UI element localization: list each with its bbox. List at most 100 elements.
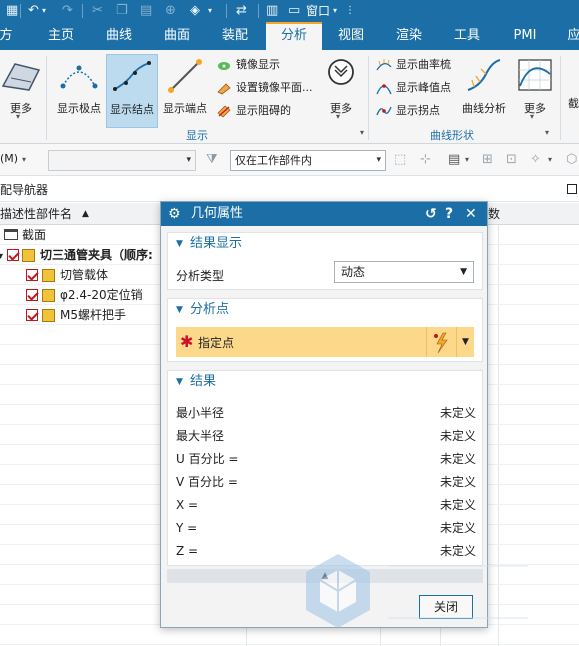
result-row-v-percent: V 百分比 = 未定义 [176, 472, 476, 492]
tab-assembly[interactable]: 装配 [212, 22, 258, 50]
snap-mid-icon[interactable]: ⊡ [506, 152, 517, 167]
tab-render[interactable]: 渲染 [386, 22, 432, 50]
sort-ascending-icon[interactable]: ▲ [82, 203, 89, 225]
chevron-down-icon[interactable]: ▾ [465, 155, 469, 164]
section-header-result-display[interactable]: ▼ 结果显示 [168, 233, 482, 255]
curve-analysis-button[interactable]: 曲线分析 [458, 54, 510, 128]
more-button-1[interactable]: 更多 ▾ [0, 54, 42, 128]
snap-point-icon[interactable]: ⬡ [566, 152, 577, 167]
tab-home[interactable]: 主页 [38, 22, 84, 50]
tab-pmi[interactable]: PMI [502, 22, 548, 50]
type-filter-combo[interactable]: ▾ [48, 150, 196, 171]
column-header-extra[interactable]: 数 [488, 203, 500, 225]
visibility-checkbox[interactable] [26, 269, 38, 281]
tab-surface[interactable]: 曲面 [154, 22, 200, 50]
tab-application[interactable]: 应 [562, 22, 579, 50]
chevron-down-icon[interactable]: ▾ [333, 3, 337, 19]
insert-icon[interactable]: ⊕ [165, 3, 176, 19]
point-type-dropdown[interactable]: ▼ [456, 327, 474, 357]
part-icon [42, 289, 55, 302]
scope-value: 仅在工作部件内 [235, 154, 312, 167]
part-icon [42, 269, 55, 282]
graph-icon [518, 59, 552, 91]
dialog-title: 几何属性 [191, 206, 244, 221]
more-label: 更多 [330, 102, 352, 115]
mirror-display-button[interactable]: 镜像显示 [216, 55, 280, 75]
scope-combo[interactable]: 仅在工作部件内 ▾ [230, 150, 386, 171]
group-curve-shape-label: 曲线形状 [430, 129, 474, 142]
layout-icon[interactable]: ▥ [266, 3, 278, 19]
section-header-analysis-point[interactable]: ▼ 分析点 [168, 299, 482, 321]
gear-icon[interactable]: ⚙ [168, 202, 181, 226]
tab-curve[interactable]: 曲线 [96, 22, 142, 50]
chevron-down-icon[interactable]: ▾ [548, 155, 552, 164]
mirror-plane-icon [217, 83, 231, 95]
filter-icon[interactable]: ⧩ [206, 152, 218, 167]
analysis-type-dropdown[interactable]: 动态 ▼ [334, 261, 474, 283]
tab-tools[interactable]: 工具 [444, 22, 490, 50]
specify-point-row[interactable]: ✱ 指定点 ▼ [176, 327, 474, 357]
reset-icon[interactable]: ↺ [425, 202, 437, 226]
snap-end-icon[interactable]: ⊞ [482, 152, 493, 167]
toolbar-divider [82, 4, 83, 18]
visibility-checkbox[interactable] [26, 309, 38, 321]
poles-icon [60, 65, 98, 89]
undo-icon[interactable]: ↶ [28, 3, 39, 19]
visibility-checkbox[interactable] [26, 289, 38, 301]
redo-icon[interactable]: ↷ [62, 3, 73, 19]
visibility-checkbox[interactable] [7, 249, 19, 261]
show-endpoints-button[interactable]: 显示端点 [160, 54, 210, 128]
endpoints-icon [168, 59, 202, 93]
tab-analysis[interactable]: 分析 [266, 22, 322, 50]
set-mirror-plane-button[interactable]: 设置镜像平面... [216, 78, 313, 98]
cut-icon[interactable]: ✂ [92, 3, 103, 19]
selection-mode-icon[interactable]: ▤ [448, 152, 460, 167]
group-expand-icon[interactable]: ▾ [545, 128, 549, 137]
show-peak-button[interactable]: 显示峰值点 [376, 78, 451, 98]
filter-partial-label[interactable]: (M) [0, 149, 18, 169]
ribbon-edge-label[interactable]: 截 [568, 94, 579, 114]
collapse-icon[interactable]: ▾ [0, 247, 3, 267]
show-curvature-comb-button[interactable]: 显示曲率梳 [376, 55, 451, 75]
switch-window-icon[interactable]: ⇄ [236, 3, 247, 19]
chevron-down-icon[interactable]: ▾ [42, 3, 46, 19]
help-icon[interactable]: ? [445, 202, 453, 226]
set-mirror-plane-label: 设置镜像平面... [236, 81, 313, 94]
more-button-2[interactable]: 更多 ▾ [320, 54, 362, 128]
select-all-icon[interactable]: ⬚ [394, 152, 406, 167]
tab-view[interactable]: 视图 [328, 22, 374, 50]
chevron-down-icon[interactable]: ▾ [208, 3, 212, 19]
chevron-down-icon[interactable]: ▾ [22, 155, 26, 164]
section-title: 结果 [190, 374, 217, 389]
window-menu-label[interactable]: 窗口 [306, 3, 330, 19]
more-button-3[interactable]: 更多 ▾ [514, 54, 556, 128]
paste-icon[interactable]: ▤ [140, 3, 152, 19]
chevron-down-icon: ▼ [462, 337, 469, 347]
point-dialog-button[interactable] [426, 327, 454, 357]
more-label: 更多 [524, 102, 546, 115]
show-knots-button[interactable]: 显示结点 [106, 54, 158, 128]
show-poles-button[interactable]: 显示极点 [54, 54, 104, 128]
touch-mode-icon[interactable]: ◈ [190, 3, 200, 19]
column-header-name[interactable]: 描述性部件名 [0, 203, 72, 225]
result-label: Z = [176, 544, 199, 558]
results-section: ▼ 结果 最小半径 未定义 最大半径 未定义 U 百分比 = 未定义 V 百分比… [167, 370, 483, 566]
curve-analysis-icon [467, 59, 501, 91]
collapse-icon: ▼ [176, 239, 183, 249]
show-blocked-button[interactable]: 显示阻碍的 [216, 101, 291, 121]
window-icon[interactable]: ▭ [288, 3, 300, 19]
copy-icon[interactable]: ❐ [116, 3, 128, 19]
result-value: 未定义 [439, 429, 476, 443]
customize-icon[interactable]: ⋮ [345, 3, 355, 19]
snap-center-icon[interactable]: ✧ [530, 152, 541, 167]
group-expand-icon[interactable]: ▾ [360, 128, 364, 137]
save-icon[interactable]: ▦ [6, 3, 18, 19]
section-header-results[interactable]: ▼ 结果 [168, 371, 482, 393]
snap-icon[interactable]: ⊹ [420, 152, 431, 167]
close-icon[interactable]: ✕ [465, 202, 477, 226]
show-inflection-button[interactable]: 显示拐点 [376, 101, 440, 121]
dialog-title-bar[interactable]: ⚙ 几何属性 ↺ ? ✕ [161, 202, 487, 226]
tab-file[interactable]: 方 [0, 22, 16, 50]
curvature-comb-icon [376, 59, 392, 71]
maximize-icon[interactable] [567, 184, 577, 194]
